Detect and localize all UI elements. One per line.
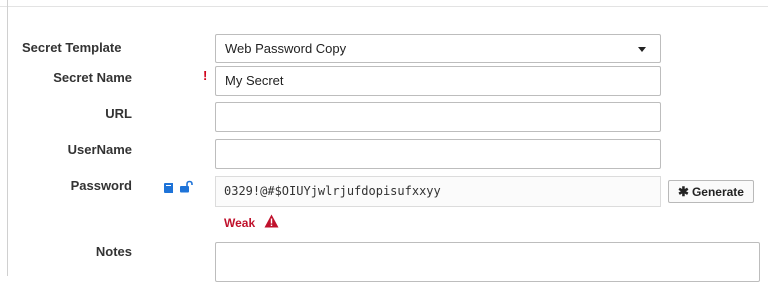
username-label: UserName <box>67 142 132 157</box>
book-icon[interactable] <box>163 181 175 199</box>
asterisk-icon: ✱ <box>678 184 689 199</box>
notes-textarea[interactable] <box>215 242 760 282</box>
secret-template-select[interactable]: Web Password Copy <box>215 34 661 63</box>
strength-text: Weak <box>224 216 256 230</box>
password-strength: Weak <box>224 214 279 234</box>
generate-label: Generate <box>691 185 744 199</box>
secret-name-label: Secret Name <box>53 70 132 85</box>
password-label: Password <box>70 178 132 193</box>
secret-name-input[interactable]: My Secret <box>215 66 661 96</box>
warning-icon <box>264 214 279 233</box>
url-input[interactable] <box>215 102 661 132</box>
dropdown-arrow-icon <box>638 47 646 52</box>
password-input[interactable]: 0329!@#$OIUYjwlrjufdopisufxxyy <box>215 176 661 207</box>
required-indicator: ! <box>203 68 208 83</box>
secret-template-label: Secret Template <box>22 40 122 55</box>
secret-template-value: Web Password Copy <box>225 41 347 56</box>
secret-name-value: My Secret <box>225 73 284 88</box>
unlock-icon[interactable] <box>179 180 193 198</box>
generate-button[interactable]: ✱ Generate <box>668 180 754 203</box>
password-value: 0329!@#$OIUYjwlrjufdopisufxxyy <box>224 184 441 198</box>
username-input[interactable] <box>215 139 661 169</box>
top-panel-edge <box>0 0 768 7</box>
notes-label: Notes <box>95 244 132 259</box>
left-panel-border <box>7 0 8 276</box>
url-label: URL <box>105 106 132 121</box>
